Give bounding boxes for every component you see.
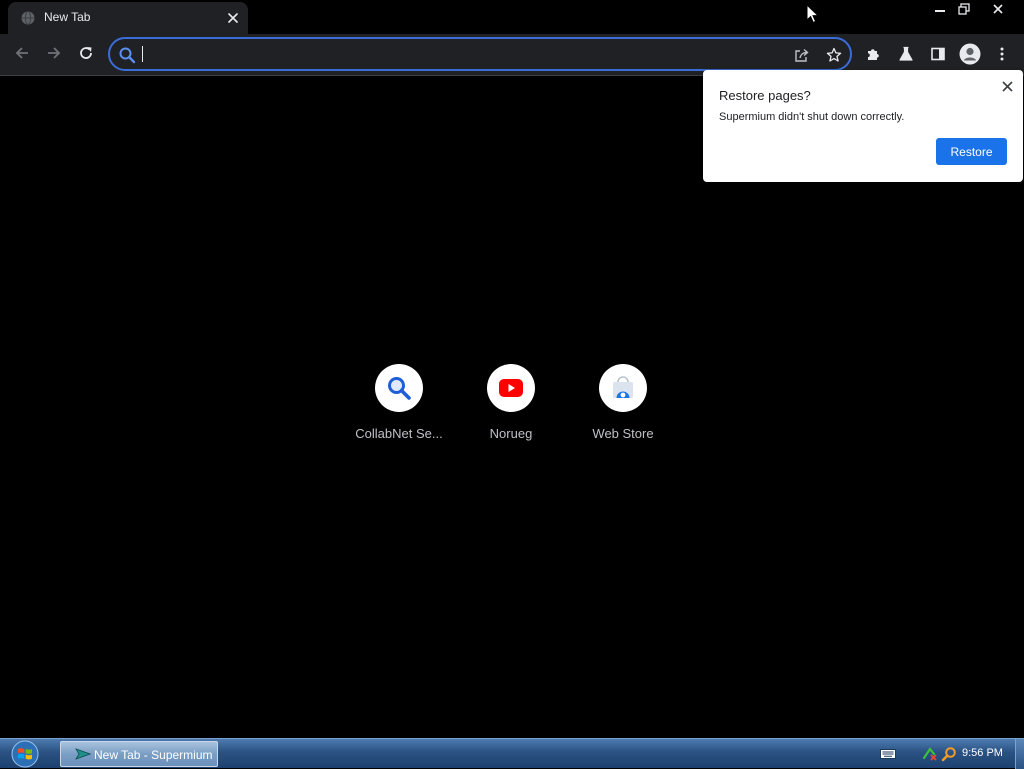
mouse-pointer-icon <box>806 4 820 24</box>
restore-window-button[interactable] <box>949 0 979 18</box>
browser-window: New Tab CollabNet Se... Norueg Web Store… <box>0 0 1024 738</box>
web-store-icon <box>613 376 633 398</box>
flask-icon <box>899 46 913 61</box>
share-button[interactable] <box>792 45 812 65</box>
bubble-close-button[interactable] <box>997 76 1017 96</box>
bookmark-star-button[interactable] <box>824 45 844 65</box>
taskbar-app-button[interactable]: New Tab - Supermium <box>60 741 218 767</box>
back-button[interactable] <box>8 39 36 67</box>
restore-window-icon <box>958 3 970 15</box>
network-icon <box>922 747 937 761</box>
magnifier-icon <box>388 377 411 400</box>
shortcut-icon-circle <box>599 364 647 412</box>
tab-new-tab[interactable]: New Tab <box>8 2 248 34</box>
shortcut-collabnet[interactable]: CollabNet Se... <box>343 364 455 452</box>
close-icon <box>228 13 238 23</box>
restore-pages-bubble: Restore pages? Supermium didn't shut dow… <box>703 70 1023 182</box>
globe-icon <box>21 11 35 25</box>
bubble-message: Supermium didn't shut down correctly. <box>719 111 905 123</box>
avatar-icon <box>959 43 981 65</box>
address-input[interactable] <box>140 43 780 65</box>
address-bar[interactable] <box>108 37 852 71</box>
search-icon <box>119 47 136 64</box>
taskbar-app-label: New Tab - Supermium <box>94 748 213 762</box>
minimize-icon <box>935 10 945 12</box>
taskbar-clock[interactable]: 9:56 PM <box>962 747 1003 759</box>
shortcut-web-store[interactable]: Web Store <box>567 364 679 452</box>
start-button[interactable] <box>8 740 42 768</box>
kebab-menu-icon <box>1000 47 1004 61</box>
close-icon <box>1001 80 1013 92</box>
profile-button[interactable] <box>958 42 982 66</box>
extensions-button[interactable] <box>862 42 886 66</box>
search-icon <box>941 747 956 762</box>
labs-button[interactable] <box>894 42 918 66</box>
search-tray-button[interactable] <box>940 745 958 763</box>
youtube-icon <box>499 379 523 397</box>
keyboard-tray-button[interactable] <box>879 745 897 763</box>
shortcut-label: Web Store <box>592 426 654 441</box>
close-icon <box>993 4 1003 14</box>
taskbar: New Tab - Supermium 9:56 PM <box>0 738 1024 769</box>
tab-close-button[interactable] <box>224 9 242 27</box>
reload-icon <box>80 47 92 59</box>
menu-button[interactable] <box>990 42 1014 66</box>
bubble-title: Restore pages? <box>719 88 811 103</box>
arrow-left-icon <box>15 47 28 59</box>
reload-button[interactable] <box>72 39 100 67</box>
tab-strip: New Tab <box>0 0 1024 34</box>
show-desktop-button[interactable] <box>1015 739 1024 769</box>
forward-button[interactable] <box>40 39 68 67</box>
arrow-right-icon <box>48 47 61 59</box>
text-caret <box>142 46 143 62</box>
windows-logo-icon <box>11 740 39 768</box>
side-panel-button[interactable] <box>926 42 950 66</box>
shortcut-icon-circle <box>375 364 423 412</box>
restore-button[interactable]: Restore <box>936 138 1007 165</box>
shortcut-norueg[interactable]: Norueg <box>455 364 567 452</box>
close-window-button[interactable] <box>983 0 1013 18</box>
shortcut-icon-circle <box>487 364 535 412</box>
network-tray-button[interactable] <box>921 745 939 763</box>
star-icon <box>826 47 842 62</box>
supermium-icon <box>75 748 91 760</box>
shortcut-label: Norueg <box>489 426 533 441</box>
share-icon <box>795 48 809 62</box>
side-panel-icon <box>931 47 945 61</box>
shortcut-label: CollabNet Se... <box>355 426 443 441</box>
keyboard-icon <box>880 749 896 759</box>
tab-title: New Tab <box>44 10 91 24</box>
puzzle-icon <box>868 49 879 60</box>
